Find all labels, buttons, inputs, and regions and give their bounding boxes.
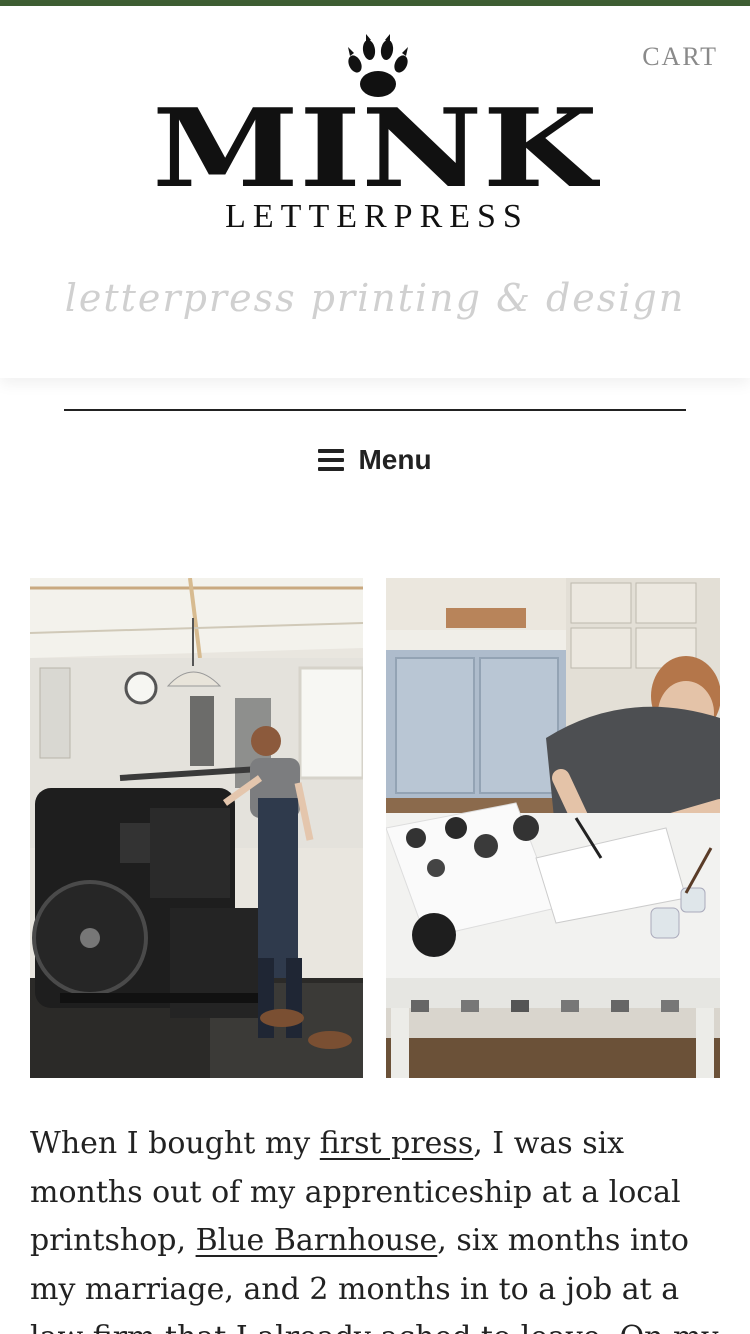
site-logo[interactable]: MINK (150, 102, 600, 194)
first-press-link[interactable]: first press (320, 1126, 473, 1161)
designer-sketching-photo (386, 578, 720, 1078)
nav-divider (64, 409, 686, 411)
menu-label: Menu (358, 444, 432, 475)
intro-text-1: When I bought my (30, 1126, 320, 1161)
intro-paragraph: When I bought my first press, I was six … (30, 1120, 730, 1334)
menu-toggle-button[interactable]: Menu (0, 444, 750, 476)
logo-wordmark: MINK (152, 102, 600, 194)
hamburger-icon (318, 449, 345, 471)
site-tagline: letterpress printing & design (64, 276, 686, 320)
blue-barnhouse-link[interactable]: Blue Barnhouse (196, 1223, 438, 1258)
cart-link[interactable]: CART (642, 42, 718, 72)
paw-print-icon (348, 34, 408, 97)
site-header: CART MINK LETTERPRESS letterpress printi… (0, 6, 750, 378)
letterpress-workshop-photo (30, 578, 363, 1078)
logo-subtitle: LETTERPRESS (225, 198, 529, 235)
